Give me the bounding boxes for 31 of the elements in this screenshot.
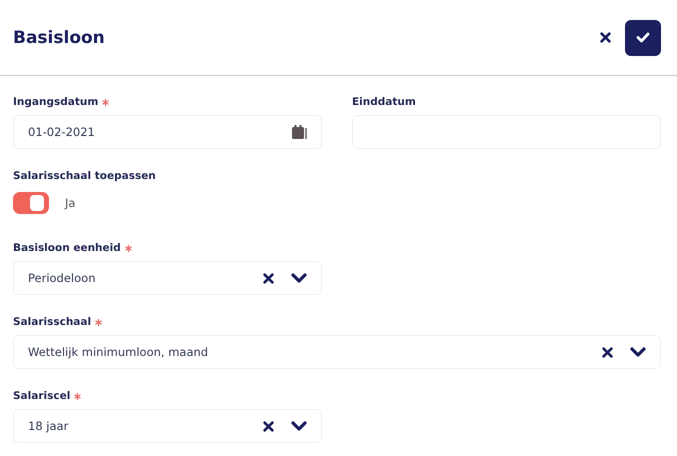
field-label: Basisloon eenheid: [13, 242, 121, 254]
chevron-down-icon[interactable]: [291, 272, 307, 284]
field-label: Salariscel: [13, 390, 70, 402]
close-icon[interactable]: [263, 420, 274, 432]
close-icon[interactable]: [263, 272, 274, 284]
close-icon[interactable]: [602, 346, 613, 358]
required-icon: [102, 98, 110, 106]
date-value: 01-02-2021: [28, 125, 96, 139]
chevron-down-icon[interactable]: [291, 420, 307, 432]
confirm-button[interactable]: [625, 20, 661, 56]
required-icon: [95, 318, 102, 326]
date-field[interactable]: 01-02-2021: [13, 115, 322, 149]
select-field[interactable]: Wettelijk minimumloon, maand: [13, 335, 661, 369]
calendar-icon[interactable]: [292, 125, 307, 139]
required-icon: [124, 244, 132, 252]
dialog-title: Basisloon: [13, 28, 106, 48]
select-field[interactable]: Periodeloon: [13, 261, 322, 295]
select-value: Wettelijk minimumloon, maand: [28, 345, 210, 359]
field-label: Ingangsdatum: [13, 96, 98, 108]
toggle-label: Ja: [65, 196, 76, 210]
close-icon[interactable]: [600, 32, 611, 43]
select-field[interactable]: 18 jaar: [13, 409, 322, 443]
field-label: Salarisschaal: [13, 316, 92, 328]
select-value: Periodeloon: [28, 271, 96, 285]
field-label: Einddatum: [352, 96, 416, 108]
check-icon: [636, 32, 650, 43]
required-icon: [74, 392, 82, 400]
field-label: Salarisschaal toepassen: [13, 170, 156, 182]
select-value: 18 jaar: [28, 419, 70, 433]
toggle-switch[interactable]: [13, 192, 49, 214]
chevron-down-icon[interactable]: [630, 346, 646, 358]
